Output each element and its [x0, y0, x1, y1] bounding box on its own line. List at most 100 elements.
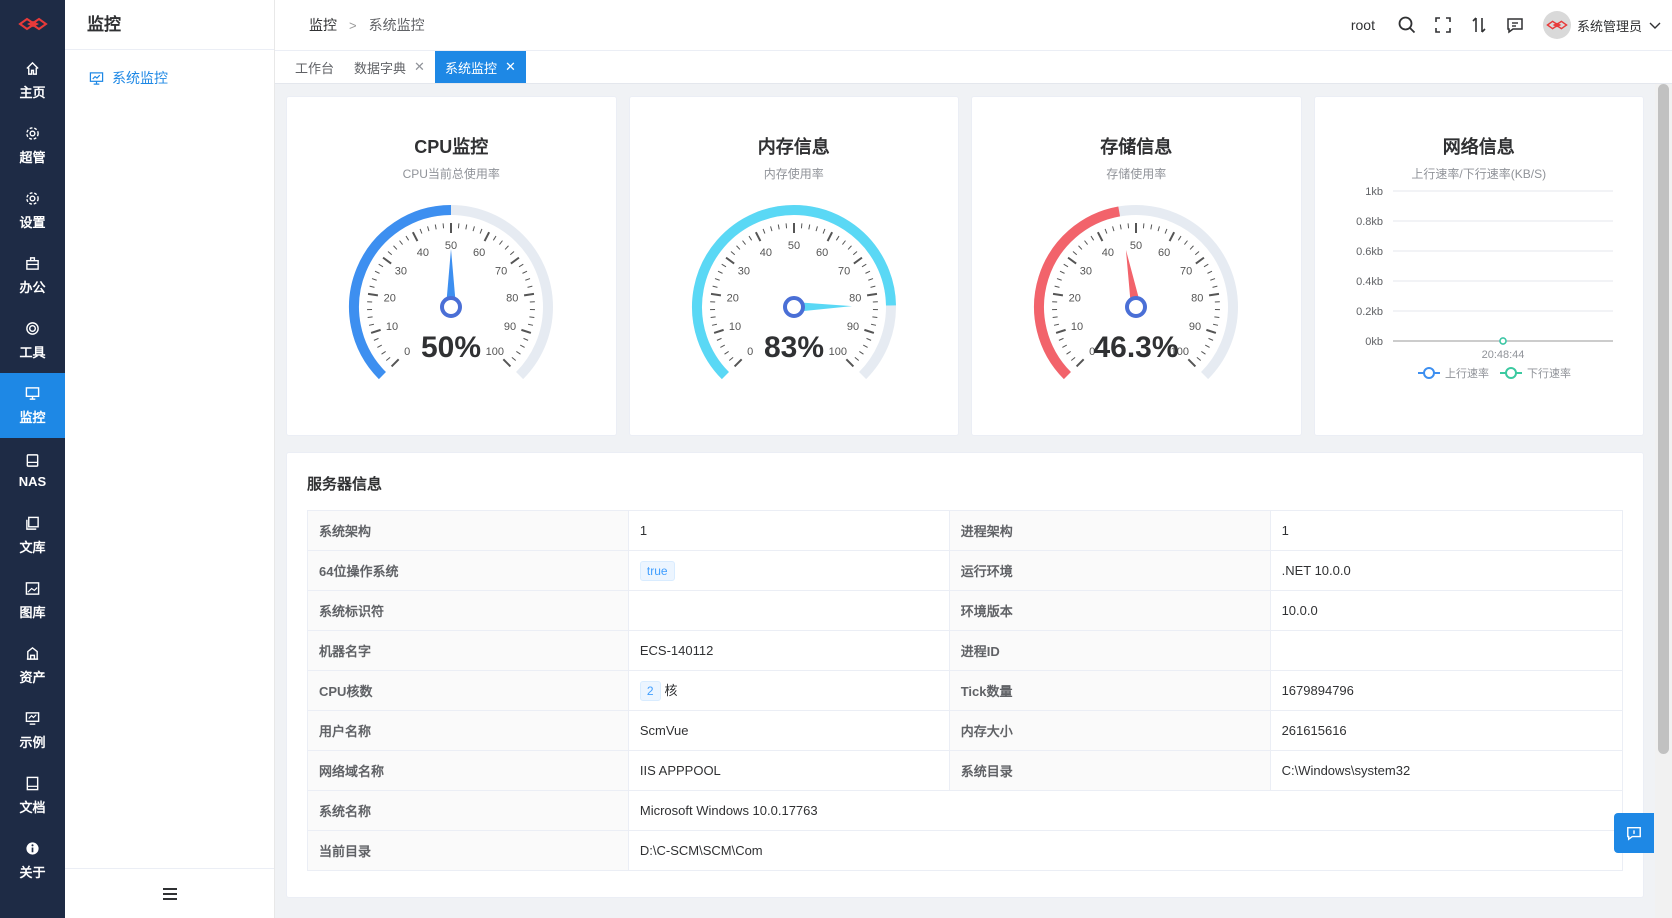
gauge-tick: [386, 356, 391, 361]
gauge-tick: [822, 228, 826, 234]
close-icon[interactable]: ✕: [505, 59, 516, 75]
message-button[interactable]: [1497, 7, 1533, 43]
gauge-tick: [714, 278, 720, 281]
table-row: 当前目录 D:\C-SCM\SCM\Com: [307, 830, 1624, 871]
gauge-tick: [1058, 337, 1064, 341]
value-text: IIS APPPOOL: [639, 763, 721, 778]
switch-button[interactable]: [1461, 7, 1497, 43]
rail-item-12[interactable]: 关于: [0, 828, 65, 893]
rail-item-label: 设置: [19, 214, 46, 230]
table-row: 系统名称 Microsoft Windows 10.0.17763: [307, 790, 1624, 831]
value-cell: 1: [1269, 510, 1624, 551]
gauge-tick-label: 20: [1069, 292, 1081, 304]
y-tick-label: 1kb: [1365, 186, 1383, 198]
legend-label[interactable]: 上行速率: [1445, 366, 1489, 380]
rail-item-2[interactable]: 设置: [0, 178, 65, 243]
gauge-pointer-hub: [440, 296, 463, 318]
gauge-tick: [373, 337, 379, 341]
value-cell: IIS APPPOOL: [627, 750, 950, 791]
home-icon: [26, 61, 39, 75]
tab-system-monitor[interactable]: 系统监控 ✕: [434, 51, 526, 83]
key-cell: 内存大小: [948, 710, 1271, 751]
rail-item-label: 关于: [19, 864, 46, 880]
rail-item-0[interactable]: 主页: [0, 48, 65, 113]
value-suffix: 核: [664, 683, 678, 698]
avatar: [1542, 11, 1571, 39]
gauge-tick: [528, 323, 534, 326]
storage-card-title: 存储信息: [1100, 137, 1173, 157]
sub-sidebar-item-system-monitor[interactable]: 系统监控: [65, 64, 274, 92]
y-tick-label: 0.8kb: [1356, 216, 1383, 228]
gauge-tick: [1164, 228, 1168, 234]
gauge-tick: [853, 256, 863, 265]
breadcrumb-item-monitor[interactable]: 监控: [309, 15, 337, 35]
gauge-tick: [815, 226, 818, 232]
gauge-tick-label: 0: [404, 346, 410, 358]
key-cell: 64位操作系统: [307, 550, 629, 591]
top-header: 监控 > 系统监控 root 系统管理员: [275, 0, 1672, 50]
gauge-tick: [483, 231, 491, 242]
rail-item-5[interactable]: 监控: [0, 373, 65, 438]
account-menu[interactable]: 系统管理员: [1542, 11, 1662, 39]
table-row: 机器名字 ECS-140112 进程ID: [307, 630, 1624, 671]
gauge-tick-label: 0: [747, 346, 753, 358]
tab-workbench[interactable]: 工作台: [285, 51, 344, 83]
close-icon[interactable]: ✕: [414, 59, 425, 75]
value-tag: true: [639, 560, 675, 581]
rail-item-4[interactable]: 工具: [0, 308, 65, 373]
gauge-tick: [862, 344, 868, 348]
vertical-scrollbar[interactable]: [1655, 84, 1672, 918]
cpu-gauge: 010203040506070809010050%: [349, 205, 554, 380]
gauge-tick: [1090, 235, 1095, 241]
logo[interactable]: [0, 0, 65, 48]
value-cell: [1269, 630, 1624, 671]
key-cell: 系统目录: [948, 750, 1271, 791]
collapse-sidebar-button[interactable]: [65, 868, 274, 918]
gauge-tick-label: 70: [495, 266, 507, 278]
rail-item-7[interactable]: 文库: [0, 503, 65, 568]
legend-label[interactable]: 下行速率: [1527, 366, 1571, 380]
gear-icon: [26, 191, 39, 205]
nas-icon: [26, 453, 39, 467]
gauge-tick: [1196, 356, 1202, 361]
cpu-card-subtitle: CPU当前总使用率: [402, 167, 500, 181]
gauge-tick: [1063, 263, 1069, 268]
gauge-tick: [527, 285, 533, 288]
briefcase-icon: [26, 256, 39, 270]
swap-icon: [1472, 17, 1486, 33]
gauge-tick: [733, 358, 743, 368]
rail-item-label: 文档: [19, 799, 46, 815]
gauge-tick-label: 20: [384, 292, 396, 304]
rail-item-9[interactable]: 资产: [0, 633, 65, 698]
gauge-tick: [1205, 344, 1211, 348]
fullscreen-button[interactable]: [1425, 7, 1461, 43]
gauge-tick: [754, 231, 762, 242]
gauge-tick: [499, 240, 504, 245]
feedback-button[interactable]: [1614, 813, 1654, 853]
rail-item-6[interactable]: NAS: [0, 438, 65, 503]
gauge-tick: [769, 226, 773, 232]
gauge-tick: [713, 328, 724, 334]
gauge-tick: [1208, 337, 1214, 341]
gear-icon: [26, 126, 39, 140]
rail-item-11[interactable]: 文档: [0, 763, 65, 828]
rail-item-label: NAS: [18, 473, 47, 489]
gauge-tick: [427, 226, 430, 232]
account-name: 系统管理员: [1576, 18, 1642, 34]
gauge-tick: [841, 240, 846, 245]
gauge-tick-label: 10: [1071, 321, 1083, 333]
gauge-tick: [858, 350, 864, 355]
rail-item-1[interactable]: 超管: [0, 113, 65, 178]
search-button[interactable]: [1389, 7, 1425, 43]
gauge-tick: [1184, 240, 1189, 245]
tab-data-dictionary[interactable]: 数据字典 ✕: [344, 51, 435, 83]
gauge-tick: [522, 270, 528, 274]
scrollbar-thumb[interactable]: [1658, 84, 1669, 754]
username-label: root: [1350, 17, 1375, 33]
rail-item-8[interactable]: 图库: [0, 568, 65, 633]
rail-item-10[interactable]: 示例: [0, 698, 65, 763]
breadcrumb-item-current: 系统监控: [368, 17, 425, 33]
rail-item-3[interactable]: 办公: [0, 243, 65, 308]
gauge-value: 46.3%: [1094, 331, 1179, 364]
gauge-tick: [777, 224, 780, 230]
